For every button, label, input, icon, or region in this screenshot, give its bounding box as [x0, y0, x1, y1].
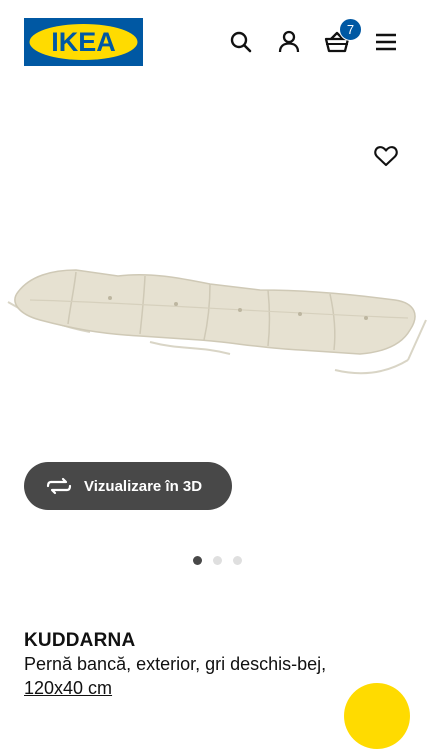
logo-text: IKEA — [51, 27, 116, 57]
header: IKEA 7 — [0, 0, 434, 80]
image-pagination — [193, 556, 242, 565]
view-3d-label: Vizualizare în 3D — [84, 477, 203, 495]
favourite-heart-icon[interactable] — [372, 142, 400, 170]
product-size-link[interactable]: 120x40 cm — [24, 678, 112, 699]
rotate-3d-icon — [46, 477, 72, 495]
pagination-dot-2[interactable] — [213, 556, 222, 565]
search-icon[interactable] — [227, 28, 255, 56]
floating-action-button[interactable] — [344, 683, 410, 749]
menu-icon[interactable] — [372, 28, 400, 56]
ikea-logo[interactable]: IKEA — [24, 18, 143, 66]
product-image-bench-cushion[interactable] — [0, 190, 434, 450]
view-3d-button[interactable]: Vizualizare în 3D — [24, 462, 232, 510]
cart-count-badge: 7 — [339, 18, 362, 41]
product-description: Pernă bancă, exterior, gri deschis-bej, — [24, 654, 327, 674]
account-icon[interactable] — [275, 28, 303, 56]
pagination-dot-3[interactable] — [233, 556, 242, 565]
pagination-dot-1[interactable] — [193, 556, 202, 565]
product-name: KUDDARNA — [24, 630, 136, 651]
